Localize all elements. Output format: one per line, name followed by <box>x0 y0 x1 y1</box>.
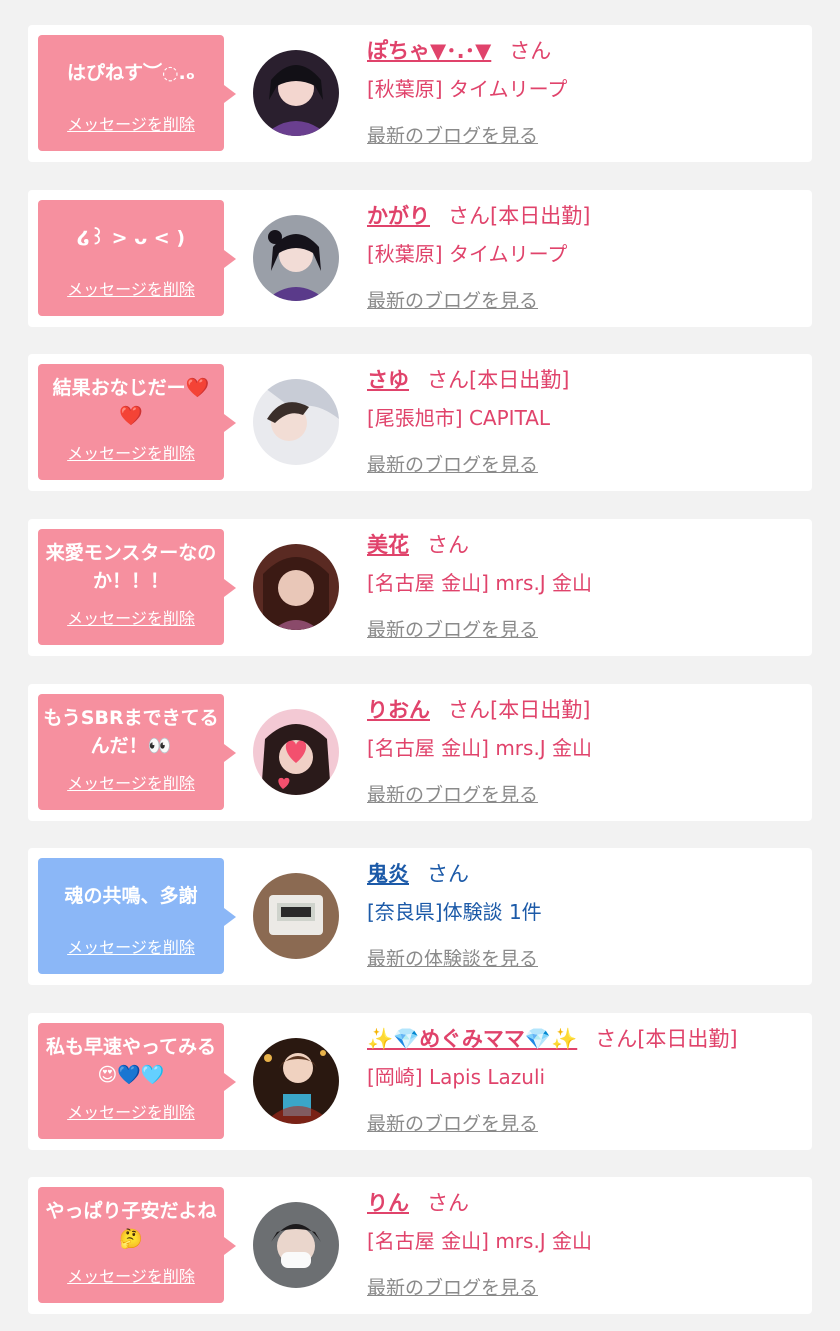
message-text: 私も早速やってみる😍💙🩵 <box>45 1036 217 1086</box>
shop-label: [秋葉原] タイムリープ <box>367 77 568 101</box>
delete-message-link[interactable]: メッセージを削除 <box>67 440 195 464</box>
delete-message-link[interactable]: メッセージを削除 <box>67 111 195 135</box>
delete-message-link[interactable]: メッセージを削除 <box>67 1099 195 1123</box>
shop-label: [名古屋 金山] mrs.J 金山 <box>367 1229 593 1253</box>
message-card: 結果おなじだー❤️❤️ メッセージを削除 さゆ さん[本日出勤] [尾張旭市] C… <box>28 354 812 491</box>
message-card: ໒꒱ > ᴗ < ) メッセージを削除 かがり さん[本日出勤] [秋葉原] タイ… <box>28 190 812 327</box>
message-text: もうSBRまできてるんだ！👀 <box>43 707 219 757</box>
profile-name-link[interactable]: 美花 <box>367 533 409 557</box>
avatar[interactable] <box>253 215 339 301</box>
latest-blog-link[interactable]: 最新のブログを見る <box>367 1273 538 1300</box>
message-bubble: もうSBRまできてるんだ！👀 メッセージを削除 <box>38 694 236 810</box>
message-text: 来愛モンスターなのか！！！ <box>45 542 217 592</box>
message-bubble: はぴねす︶◌.ₒ メッセージを削除 <box>38 35 236 151</box>
shop-label: [尾張旭市] CAPITAL <box>367 406 551 430</box>
message-text: 結果おなじだー❤️❤️ <box>52 377 210 427</box>
delete-message-link[interactable]: メッセージを削除 <box>67 1263 195 1287</box>
delete-message-link[interactable]: メッセージを削除 <box>67 605 195 629</box>
latest-blog-link[interactable]: 最新のブログを見る <box>367 780 538 807</box>
name-suffix: さん <box>509 39 552 63</box>
shop-label: [岡崎] Lapis Lazuli <box>367 1065 546 1089</box>
message-card: 魂の共鳴、多謝 メッセージを削除 鬼炎 さん [奈良県]体験談 1件 最新の体験談… <box>28 848 812 985</box>
profile-name-link[interactable]: りん <box>367 1191 409 1215</box>
name-suffix: さん <box>427 1191 469 1215</box>
latest-blog-link[interactable]: 最新のブログを見る <box>367 121 538 148</box>
name-suffix: さん[本日出勤] <box>448 204 591 228</box>
message-bubble: やっぱり子安だよね🤔 メッセージを削除 <box>38 1187 236 1303</box>
message-text: はぴねす︶◌.ₒ <box>66 62 196 84</box>
profile-name-link[interactable]: 鬼炎 <box>367 862 409 886</box>
name-suffix: さん <box>427 533 469 557</box>
avatar[interactable] <box>253 544 339 630</box>
profile-name-link[interactable]: かがり <box>367 204 430 228</box>
message-bubble: 来愛モンスターなのか！！！ メッセージを削除 <box>38 529 236 645</box>
profile-name-link[interactable]: さゆ <box>367 368 409 392</box>
avatar[interactable] <box>253 709 339 795</box>
name-suffix: さん[本日出勤] <box>427 368 570 392</box>
message-text: ໒꒱ > ᴗ < ) <box>76 227 186 249</box>
profile-name-link[interactable]: りおん <box>367 698 430 722</box>
delete-message-link[interactable]: メッセージを削除 <box>67 934 195 958</box>
shop-label: [奈良県]体験談 1件 <box>367 900 542 924</box>
latest-blog-link[interactable]: 最新のブログを見る <box>367 286 538 313</box>
latest-blog-link[interactable]: 最新のブログを見る <box>367 450 538 477</box>
name-suffix: さん[本日出勤] <box>595 1027 738 1051</box>
avatar[interactable] <box>253 379 339 465</box>
latest-blog-link[interactable]: 最新のブログを見る <box>367 1109 538 1136</box>
message-bubble: 私も早速やってみる😍💙🩵 メッセージを削除 <box>38 1023 236 1139</box>
shop-label: [秋葉原] タイムリープ <box>367 242 568 266</box>
shop-label: [名古屋 金山] mrs.J 金山 <box>367 571 593 595</box>
shop-label: [名古屋 金山] mrs.J 金山 <box>367 736 593 760</box>
latest-review-link[interactable]: 最新の体験談を見る <box>367 944 538 971</box>
avatar[interactable] <box>253 1038 339 1124</box>
message-text: やっぱり子安だよね🤔 <box>45 1200 217 1250</box>
message-card: やっぱり子安だよね🤔 メッセージを削除 りん さん [名古屋 金山] mrs.J … <box>28 1177 812 1314</box>
message-card: はぴねす︶◌.ₒ メッセージを削除 ぽちゃ▼･.･▼ さん [秋葉原] タイムリー… <box>28 25 812 162</box>
avatar[interactable] <box>253 1202 339 1288</box>
message-bubble: 魂の共鳴、多謝 メッセージを削除 <box>38 858 236 974</box>
avatar[interactable] <box>253 50 339 136</box>
latest-blog-link[interactable]: 最新のブログを見る <box>367 615 538 642</box>
message-text: 魂の共鳴、多謝 <box>64 885 198 907</box>
message-card: 来愛モンスターなのか！！！ メッセージを削除 美花 さん [名古屋 金山] mrs… <box>28 519 812 656</box>
delete-message-link[interactable]: メッセージを削除 <box>67 770 195 794</box>
message-card: 私も早速やってみる😍💙🩵 メッセージを削除 ✨💎めぐみママ💎✨ さん[本日出勤] … <box>28 1013 812 1150</box>
message-card: もうSBRまできてるんだ！👀 メッセージを削除 りおん さん[本日出勤] [名古屋… <box>28 684 812 821</box>
message-bubble: ໒꒱ > ᴗ < ) メッセージを削除 <box>38 200 236 316</box>
message-list: はぴねす︶◌.ₒ メッセージを削除 ぽちゃ▼･.･▼ さん [秋葉原] タイムリー… <box>0 0 840 1331</box>
delete-message-link[interactable]: メッセージを削除 <box>67 276 195 300</box>
avatar[interactable] <box>253 873 339 959</box>
profile-name-link[interactable]: ぽちゃ▼･.･▼ <box>367 39 491 63</box>
name-suffix: さん <box>427 862 469 886</box>
profile-name-link[interactable]: ✨💎めぐみママ💎✨ <box>367 1027 577 1051</box>
name-suffix: さん[本日出勤] <box>448 698 591 722</box>
message-bubble: 結果おなじだー❤️❤️ メッセージを削除 <box>38 364 236 480</box>
